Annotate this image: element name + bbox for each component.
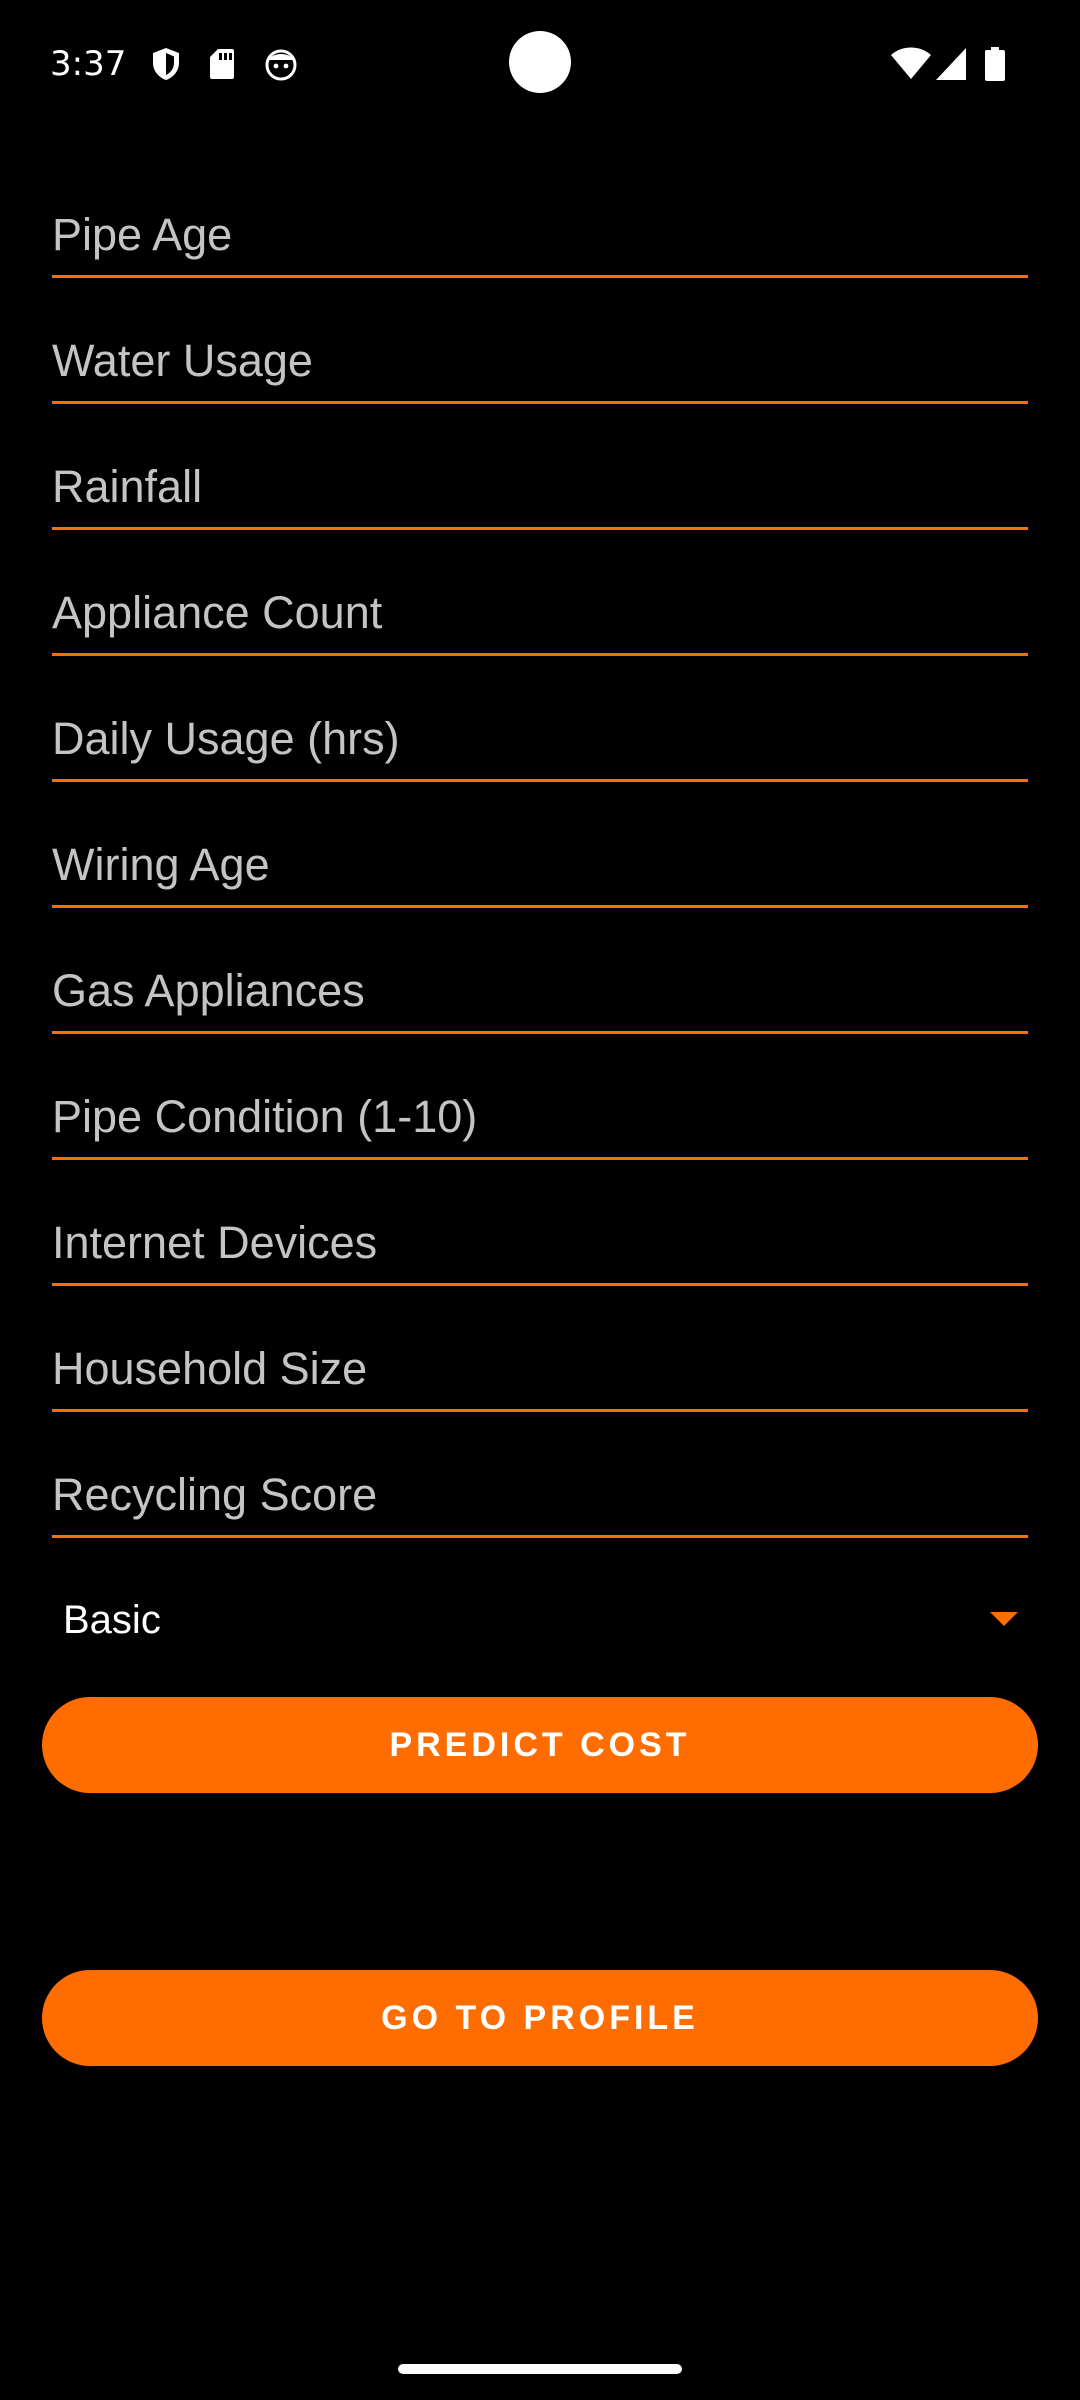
plan-select[interactable]: Basic xyxy=(42,1580,1018,1660)
internet-devices-field[interactable] xyxy=(52,1203,1028,1286)
status-time: 3:37 xyxy=(50,44,127,84)
recycling-score-field[interactable] xyxy=(52,1455,1028,1538)
battery-icon xyxy=(985,47,1005,81)
pipe-age-field[interactable] xyxy=(52,195,1028,278)
appliance-count-field[interactable] xyxy=(52,573,1028,656)
pipe-condition-input[interactable] xyxy=(52,1091,1028,1143)
pipe-condition-field[interactable] xyxy=(52,1077,1028,1160)
wiring-age-field[interactable] xyxy=(52,825,1028,908)
daily-usage-input[interactable] xyxy=(52,713,1028,765)
household-size-field[interactable] xyxy=(52,1329,1028,1412)
dropdown-arrow-icon xyxy=(990,1612,1018,1626)
plan-select-value: Basic xyxy=(63,1598,161,1642)
recycling-score-input[interactable] xyxy=(52,1469,1028,1521)
rainfall-input[interactable] xyxy=(52,461,1028,513)
appliance-count-input[interactable] xyxy=(52,587,1028,639)
go-to-profile-button[interactable]: GO TO PROFILE xyxy=(42,1970,1038,2066)
camera-cutout xyxy=(509,31,571,93)
daily-usage-field[interactable] xyxy=(52,699,1028,782)
pipe-age-input[interactable] xyxy=(52,209,1028,261)
sd-card-icon xyxy=(210,49,234,79)
gas-appliances-field[interactable] xyxy=(52,951,1028,1034)
home-indicator[interactable] xyxy=(398,2364,682,2374)
water-usage-field[interactable] xyxy=(52,321,1028,404)
face-icon xyxy=(265,49,297,81)
signal-icon xyxy=(936,48,966,80)
shield-icon xyxy=(153,48,179,80)
wifi-icon xyxy=(891,47,931,79)
gas-appliances-input[interactable] xyxy=(52,965,1028,1017)
predict-cost-button[interactable]: PREDICT COST xyxy=(42,1697,1038,1793)
water-usage-input[interactable] xyxy=(52,335,1028,387)
wiring-age-input[interactable] xyxy=(52,839,1028,891)
household-size-input[interactable] xyxy=(52,1343,1028,1395)
status-bar: 3:37 xyxy=(0,0,1080,130)
rainfall-field[interactable] xyxy=(52,447,1028,530)
internet-devices-input[interactable] xyxy=(52,1217,1028,1269)
